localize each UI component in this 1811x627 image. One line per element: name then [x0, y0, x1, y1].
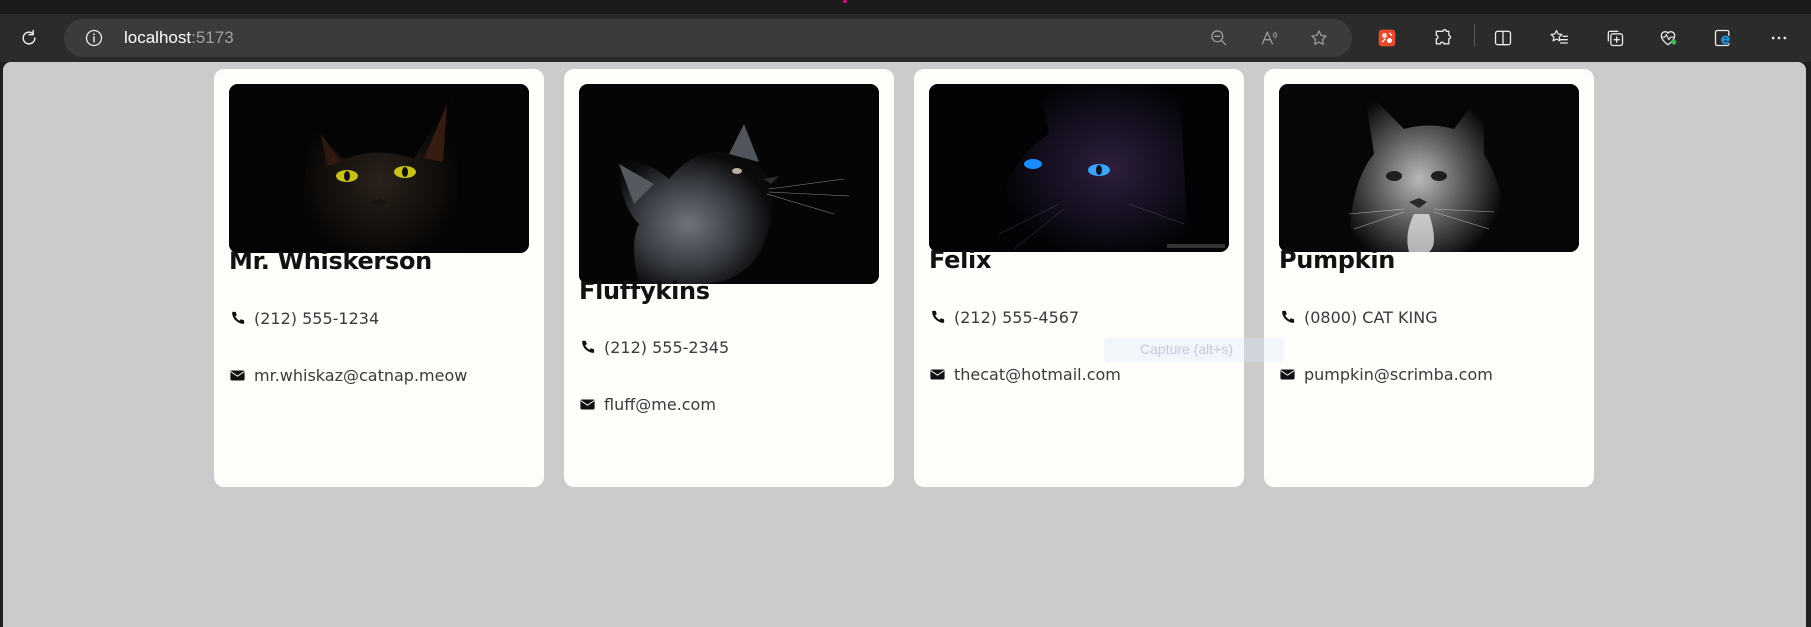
- split-screen-icon: [1494, 30, 1512, 46]
- collections-button[interactable]: [1601, 24, 1629, 52]
- email-row: mr.whiskaz@catnap.meow: [229, 366, 467, 385]
- browser-toolbar: localhost:5173: [0, 14, 1811, 62]
- extension-colorful-button[interactable]: [1373, 24, 1401, 52]
- envelope-icon: [230, 370, 245, 381]
- phone-row: (212) 555-4567: [929, 308, 1079, 327]
- email-address: thecat@hotmail.com: [954, 365, 1121, 384]
- page-viewport: Mr. Whiskerson (212) 555-1234 mr.whiskaz…: [3, 62, 1806, 627]
- cat-photo: [229, 84, 529, 253]
- phone-row: (212) 555-2345: [579, 338, 729, 357]
- ie-mode-button[interactable]: [1709, 24, 1737, 52]
- phone-icon: [582, 340, 595, 353]
- contact-card: Pumpkin (0800) CAT KING pumpkin@scrimba.…: [1264, 69, 1594, 487]
- cat-photo: [579, 84, 879, 284]
- more-options-button[interactable]: [1765, 24, 1793, 52]
- cat-name: Felix: [929, 246, 992, 274]
- phone-icon: [1282, 310, 1295, 323]
- url-text: localhost:5173: [124, 28, 234, 48]
- cat-name: Mr. Whiskerson: [229, 247, 432, 275]
- puzzle-icon: [1435, 29, 1452, 45]
- email-row: pumpkin@scrimba.com: [1279, 365, 1493, 384]
- extensions-button[interactable]: [1429, 24, 1457, 52]
- envelope-icon: [580, 399, 595, 410]
- phone-number: (0800) CAT KING: [1304, 308, 1438, 327]
- favorites-list-icon: [1550, 29, 1568, 44]
- phone-number: (212) 555-1234: [254, 309, 380, 328]
- split-screen-button[interactable]: [1489, 24, 1517, 52]
- phone-icon: [232, 311, 245, 324]
- favorites-button[interactable]: [1545, 24, 1573, 52]
- ie-mode-icon: [1714, 29, 1731, 47]
- phone-row: (0800) CAT KING: [1279, 308, 1438, 327]
- cat-photo: [929, 84, 1229, 252]
- heart-pulse-icon: [1660, 31, 1677, 46]
- phone-row: (212) 555-1234: [229, 309, 379, 328]
- contact-card: Felix (212) 555-4567 thecat@hotmail.com: [914, 69, 1244, 487]
- more-dots-icon: [1771, 36, 1787, 40]
- url-host: localhost: [124, 28, 192, 47]
- phone-icon: [932, 310, 945, 323]
- read-aloud-icon[interactable]: [1259, 28, 1279, 48]
- address-bar[interactable]: localhost:5173: [64, 19, 1352, 57]
- envelope-icon: [930, 369, 945, 380]
- zoom-out-icon[interactable]: [1209, 28, 1229, 48]
- extension-app-icon: [1378, 29, 1396, 47]
- refresh-icon: [22, 29, 36, 45]
- email-address: fluff@me.com: [604, 395, 716, 414]
- capture-overlay-ghost: Capture (alt+s): [1104, 338, 1284, 362]
- email-row: thecat@hotmail.com: [929, 365, 1121, 384]
- favorite-star-icon[interactable]: [1309, 28, 1329, 48]
- envelope-icon: [1280, 369, 1295, 380]
- phone-number: (212) 555-4567: [954, 308, 1080, 327]
- refresh-button[interactable]: [15, 24, 43, 52]
- cat-name: Pumpkin: [1279, 246, 1396, 274]
- email-address: mr.whiskaz@catnap.meow: [254, 366, 468, 385]
- cat-photo: [1279, 84, 1579, 252]
- browser-essentials-button[interactable]: [1654, 24, 1682, 52]
- url-port: :5173: [191, 28, 234, 47]
- capture-overlay-text: Capture (alt+s): [1140, 341, 1233, 357]
- phone-number: (212) 555-2345: [604, 338, 730, 357]
- email-row: fluff@me.com: [579, 395, 716, 414]
- info-icon[interactable]: [84, 28, 104, 48]
- tab-indicator: [843, 0, 847, 3]
- email-address: pumpkin@scrimba.com: [1304, 365, 1493, 384]
- cat-name: Fluffykins: [579, 277, 710, 305]
- contact-card: Fluffykins (212) 555-2345 fluff@me.com: [564, 69, 894, 487]
- contact-card: Mr. Whiskerson (212) 555-1234 mr.whiskaz…: [214, 69, 544, 487]
- toolbar-divider: [1474, 24, 1475, 46]
- title-strip: [0, 0, 1811, 14]
- collections-icon: [1607, 30, 1624, 47]
